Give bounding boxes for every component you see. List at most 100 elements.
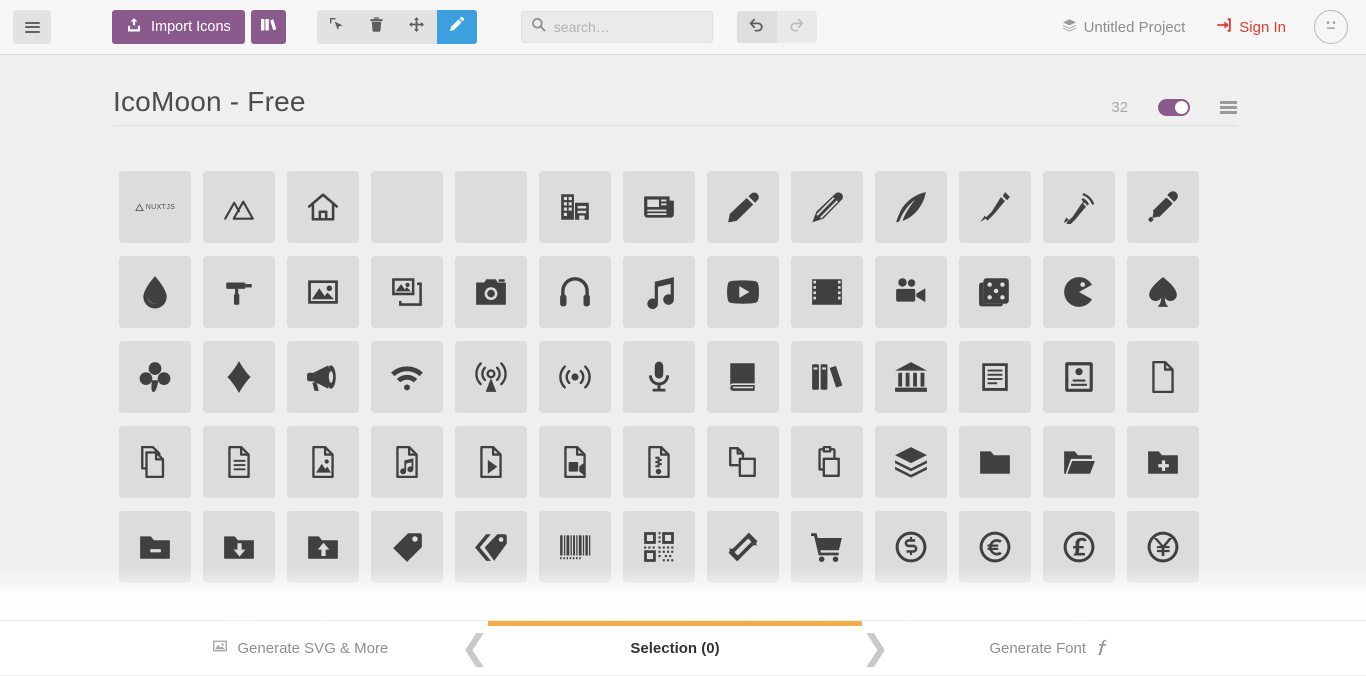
icon-cell[interactable]: [953, 420, 1037, 504]
icon-cell[interactable]: [197, 165, 281, 249]
nuxt-triangle-icon[interactable]: [203, 171, 275, 243]
file-play-icon[interactable]: [455, 426, 527, 498]
film-icon[interactable]: [791, 256, 863, 328]
barcode-icon[interactable]: [539, 511, 611, 583]
icon-cell[interactable]: [533, 420, 617, 504]
spades-icon[interactable]: [1127, 256, 1199, 328]
eyedropper-icon[interactable]: [1127, 171, 1199, 243]
import-icons-button[interactable]: Import Icons: [112, 10, 245, 44]
icon-cell[interactable]: [701, 420, 785, 504]
paste-icon[interactable]: [791, 426, 863, 498]
file-picture-icon[interactable]: [287, 426, 359, 498]
folder-open-icon[interactable]: [1043, 426, 1115, 498]
files-empty-icon[interactable]: [119, 426, 191, 498]
file-video-icon[interactable]: [539, 426, 611, 498]
ticket-icon[interactable]: [707, 511, 779, 583]
icon-cell[interactable]: [785, 165, 869, 249]
pacman-icon[interactable]: [1043, 256, 1115, 328]
icon-cell[interactable]: [617, 420, 701, 504]
copy-icon[interactable]: [707, 426, 779, 498]
icon-cell[interactable]: [449, 420, 533, 504]
tab-generate-font[interactable]: Generate Font: [862, 621, 1237, 676]
icon-cell[interactable]: [113, 505, 197, 589]
play-icon[interactable]: [707, 256, 779, 328]
icon-cell[interactable]: [533, 165, 617, 249]
library-icon[interactable]: [875, 341, 947, 413]
icon-library-button[interactable]: [251, 10, 286, 44]
stack-icon[interactable]: [875, 426, 947, 498]
book-icon[interactable]: [707, 341, 779, 413]
icon-cell[interactable]: [1121, 165, 1205, 249]
price-tags-icon[interactable]: [455, 511, 527, 583]
icon-cell[interactable]: [1121, 250, 1205, 334]
icon-cell[interactable]: [1121, 335, 1205, 419]
home3-icon[interactable]: M16 4 L30 16 h-4 v12 h-8 v-8 h-4 v8 H6 V…: [455, 171, 527, 243]
music-icon[interactable]: [623, 256, 695, 328]
icon-cell[interactable]: [869, 505, 953, 589]
icon-cell[interactable]: [785, 420, 869, 504]
icon-cell[interactable]: [701, 165, 785, 249]
bullhorn-icon[interactable]: [287, 341, 359, 413]
icon-cell[interactable]: [281, 165, 365, 249]
edit-tool-button[interactable]: [437, 10, 477, 44]
nuxtjs-logo-icon[interactable]: NUXTJS: [119, 171, 191, 243]
icon-cell[interactable]: [365, 335, 449, 419]
icon-cell[interactable]: [533, 505, 617, 589]
delete-tool-button[interactable]: [357, 10, 397, 44]
coin-yen-icon[interactable]: [1127, 511, 1199, 583]
podcast-icon[interactable]: [455, 341, 527, 413]
iconset-menu-button[interactable]: [1220, 99, 1237, 116]
coin-pound-icon[interactable]: [1043, 511, 1115, 583]
icon-cell[interactable]: NUXTJS: [113, 165, 197, 249]
icon-cell[interactable]: [197, 420, 281, 504]
home2-icon[interactable]: M16 4 L30 16 h-4 v12 h-7 v-8 h-6 v8 H6 V…: [371, 171, 443, 243]
books-icon[interactable]: [791, 341, 863, 413]
folder-icon[interactable]: [959, 426, 1031, 498]
icon-cell[interactable]: [617, 505, 701, 589]
icon-cell[interactable]: [701, 250, 785, 334]
icon-cell[interactable]: [1037, 505, 1121, 589]
file-empty-icon[interactable]: [1127, 341, 1199, 413]
connection-icon[interactable]: [371, 341, 443, 413]
pen-signal-icon[interactable]: [1043, 171, 1115, 243]
mic-icon[interactable]: [623, 341, 695, 413]
icon-cell[interactable]: [785, 505, 869, 589]
coin-dollar-icon[interactable]: [875, 511, 947, 583]
video-camera-icon[interactable]: [875, 256, 947, 328]
icon-cell[interactable]: [1037, 335, 1121, 419]
icon-cell[interactable]: M16 4 L30 16 h-4 v12 h-7 v-8 h-6 v8 H6 V…: [365, 165, 449, 249]
redo-button[interactable]: [777, 11, 817, 43]
icon-cell[interactable]: [1121, 420, 1205, 504]
icon-cell[interactable]: [785, 250, 869, 334]
radio-icon[interactable]: [539, 341, 611, 413]
icon-cell[interactable]: [449, 335, 533, 419]
droplet-icon[interactable]: [119, 256, 191, 328]
select-tool-button[interactable]: [317, 10, 357, 44]
images-icon[interactable]: [371, 256, 443, 328]
avatar[interactable]: [1314, 10, 1348, 44]
icon-cell[interactable]: [1037, 165, 1121, 249]
icon-cell[interactable]: [869, 165, 953, 249]
icon-cell[interactable]: [869, 420, 953, 504]
folder-minus-icon[interactable]: [119, 511, 191, 583]
folder-download-icon[interactable]: [203, 511, 275, 583]
undo-button[interactable]: [737, 11, 777, 43]
icon-cell[interactable]: [617, 250, 701, 334]
icon-cell[interactable]: [449, 505, 533, 589]
camera-icon[interactable]: [455, 256, 527, 328]
icon-cell[interactable]: [281, 505, 365, 589]
image-icon[interactable]: [287, 256, 359, 328]
file-zip-icon[interactable]: [623, 426, 695, 498]
icon-cell[interactable]: [533, 335, 617, 419]
icon-cell[interactable]: [533, 250, 617, 334]
icon-cell[interactable]: [365, 250, 449, 334]
icon-cell[interactable]: [365, 505, 449, 589]
icon-cell[interactable]: [281, 420, 365, 504]
icon-cell[interactable]: [281, 335, 365, 419]
paint-format-icon[interactable]: [203, 256, 275, 328]
icon-cell[interactable]: [113, 250, 197, 334]
icon-cell[interactable]: [953, 165, 1037, 249]
icon-cell[interactable]: [113, 335, 197, 419]
icon-cell[interactable]: [701, 335, 785, 419]
file-music-icon[interactable]: [371, 426, 443, 498]
